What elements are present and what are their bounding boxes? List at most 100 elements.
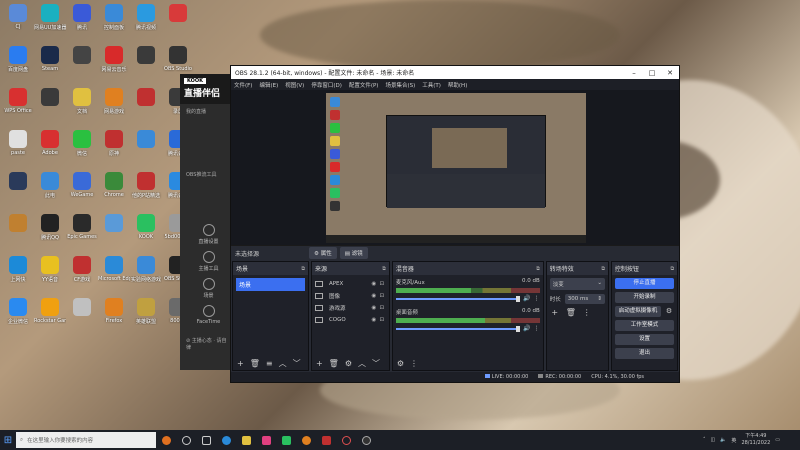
obs-titlebar[interactable]: OBS 28.1.2 (64-bit, windows) - 配置文件: 未命名…	[231, 66, 679, 79]
lock-icon[interactable]: ⊡	[378, 305, 386, 311]
lock-icon[interactable]: ⊡	[378, 293, 386, 299]
desktop-shortcut[interactable]: 腾讯	[66, 4, 98, 31]
menu-item[interactable]: 配置文件(P)	[349, 81, 379, 89]
desktop-shortcut[interactable]: 他的P站精选	[130, 172, 162, 199]
kook-tool[interactable]: 场景	[180, 278, 237, 299]
studio-mode-button[interactable]: 工作室模式	[614, 320, 675, 331]
desktop-shortcut[interactable]: OBS Studio	[162, 46, 194, 72]
more-icon[interactable]: ⋮	[534, 325, 540, 332]
obs-taskbar-icon[interactable]	[356, 430, 376, 450]
volume-slider[interactable]	[395, 325, 521, 332]
desktop-shortcut[interactable]	[2, 172, 34, 192]
preview-canvas[interactable]	[326, 93, 586, 243]
stop-streaming-button[interactable]: 停止直播	[614, 278, 675, 289]
notification-icon[interactable]: ▭	[775, 437, 780, 443]
visibility-icon[interactable]: ◉	[370, 293, 378, 299]
filters-button[interactable]: ▤ 滤镜	[339, 247, 368, 259]
slider-knob[interactable]	[516, 295, 521, 302]
gear-icon[interactable]: ⚙	[664, 306, 674, 320]
desktop-shortcut[interactable]: 腾讯QQ	[34, 214, 66, 241]
trash-icon[interactable]: 🗑	[329, 359, 339, 368]
search-box[interactable]: ⌕ 在这里输入你要搜索的内容	[16, 432, 156, 448]
edge-icon[interactable]	[216, 430, 236, 450]
desktop-shortcut[interactable]	[98, 214, 130, 234]
desktop-shortcut[interactable]	[66, 298, 98, 318]
lock-icon[interactable]: ⊡	[378, 281, 386, 287]
desktop-shortcut[interactable]: YY语音	[34, 256, 66, 283]
popout-icon[interactable]: ⧉	[301, 266, 305, 272]
lock-icon[interactable]: ⊡	[378, 317, 386, 323]
volume-icon[interactable]: 🔈	[720, 437, 726, 443]
more-icon[interactable]: ⋮	[410, 359, 418, 368]
preview-area[interactable]	[231, 90, 679, 245]
desktop-shortcut[interactable]	[130, 130, 162, 150]
clock[interactable]: 下午4:49 28/11/2022	[741, 433, 770, 447]
desktop-shortcut[interactable]: 企业微信	[2, 298, 34, 325]
trash-icon[interactable]: 🗑	[566, 308, 576, 318]
trash-icon[interactable]: 🗑	[250, 359, 260, 368]
more-icon[interactable]: ⋮	[582, 308, 592, 318]
task-view-icon[interactable]	[176, 430, 196, 450]
volume-slider[interactable]	[395, 295, 521, 302]
desktop-shortcut[interactable]: Chrome	[98, 172, 130, 198]
desktop-shortcut[interactable]: 微信	[66, 130, 98, 157]
arrow-up-icon[interactable]: ︿	[279, 358, 287, 369]
desktop-shortcut[interactable]: Adobe	[34, 130, 66, 156]
gear-icon[interactable]: ⚙	[345, 359, 352, 368]
desktop-shortcut[interactable]: WPS Office	[2, 88, 34, 114]
slider-knob[interactable]	[516, 325, 521, 332]
app-orange-icon[interactable]	[296, 430, 316, 450]
visibility-icon[interactable]: ◉	[370, 305, 378, 311]
network-icon[interactable]: ◫	[710, 437, 715, 443]
desktop-shortcut[interactable]: 上网快	[2, 256, 34, 283]
desktop-shortcut[interactable]: 实验网络游戏	[130, 256, 162, 283]
settings-button[interactable]: 设置	[614, 334, 675, 345]
desktop-shortcut[interactable]: 网易UU加速器	[34, 4, 66, 31]
file-explorer-icon[interactable]	[236, 430, 256, 450]
minimize-icon[interactable]: –	[625, 69, 643, 77]
desktop-shortcut[interactable]: Microsoft Edge	[98, 256, 130, 282]
popout-icon[interactable]: ⧉	[601, 266, 605, 272]
app-circle-icon[interactable]	[336, 430, 356, 450]
desktop-shortcut[interactable]: 网易游戏	[98, 88, 130, 115]
desktop-shortcut[interactable]: Rockstar Games	[34, 298, 66, 324]
popout-icon[interactable]: ⧉	[382, 266, 386, 272]
desktop-shortcut[interactable]	[130, 46, 162, 66]
chevron-up-icon[interactable]: ˄	[703, 437, 706, 443]
duration-input[interactable]: 300 ms ⇕	[564, 294, 605, 304]
popout-icon[interactable]: ⧉	[536, 266, 540, 272]
app-pink-icon[interactable]	[256, 430, 276, 450]
scene-item[interactable]: 场景	[236, 278, 305, 291]
desktop-shortcut[interactable]	[130, 88, 162, 108]
cortana-icon[interactable]	[156, 430, 176, 450]
gear-icon[interactable]: ⚙	[397, 359, 404, 368]
transition-select[interactable]: 淡变 ⌄	[549, 278, 605, 290]
start-recording-button[interactable]: 开始录制	[614, 292, 675, 303]
desktop-shortcut[interactable]: 控制面板	[98, 4, 130, 31]
language-indicator[interactable]: 英	[731, 437, 736, 444]
more-icon[interactable]: ⋮	[534, 295, 540, 302]
desktop-shortcut[interactable]	[34, 88, 66, 108]
menu-item[interactable]: 停靠窗口(D)	[311, 81, 342, 89]
desktop-shortcut[interactable]: Epic Games	[66, 214, 98, 240]
taskview-icon[interactable]	[196, 430, 216, 450]
desktop-shortcut[interactable]: 腾讯视频	[130, 4, 162, 31]
menu-item[interactable]: 场景集合(S)	[385, 81, 415, 89]
popout-icon[interactable]: ⧉	[670, 266, 674, 272]
windows-start-icon[interactable]: ⊞	[0, 430, 16, 450]
desktop-shortcut[interactable]: CJ	[2, 4, 34, 30]
desktop-shortcut[interactable]: paste	[2, 130, 34, 156]
desktop-shortcut[interactable]: 百度网盘	[2, 46, 34, 73]
virtual-camera-button[interactable]: 启动虚拟摄像机	[614, 306, 662, 317]
visibility-icon[interactable]: ◉	[370, 317, 378, 323]
menu-item[interactable]: 帮助(H)	[448, 81, 467, 89]
arrow-down-icon[interactable]: ﹀	[293, 358, 301, 369]
desktop-shortcut[interactable]: Firefox	[98, 298, 130, 324]
arrow-up-icon[interactable]: ︿	[358, 358, 366, 369]
obs-window[interactable]: OBS 28.1.2 (64-bit, windows) - 配置文件: 未命名…	[230, 65, 680, 383]
source-item[interactable]: APEX ◉ ⊡	[314, 278, 386, 290]
close-icon[interactable]: ✕	[661, 69, 679, 77]
adobe-icon[interactable]	[316, 430, 336, 450]
source-item[interactable]: 图像 ◉ ⊡	[314, 290, 386, 302]
kook-side-item[interactable]: OBS推流工具	[180, 167, 237, 182]
